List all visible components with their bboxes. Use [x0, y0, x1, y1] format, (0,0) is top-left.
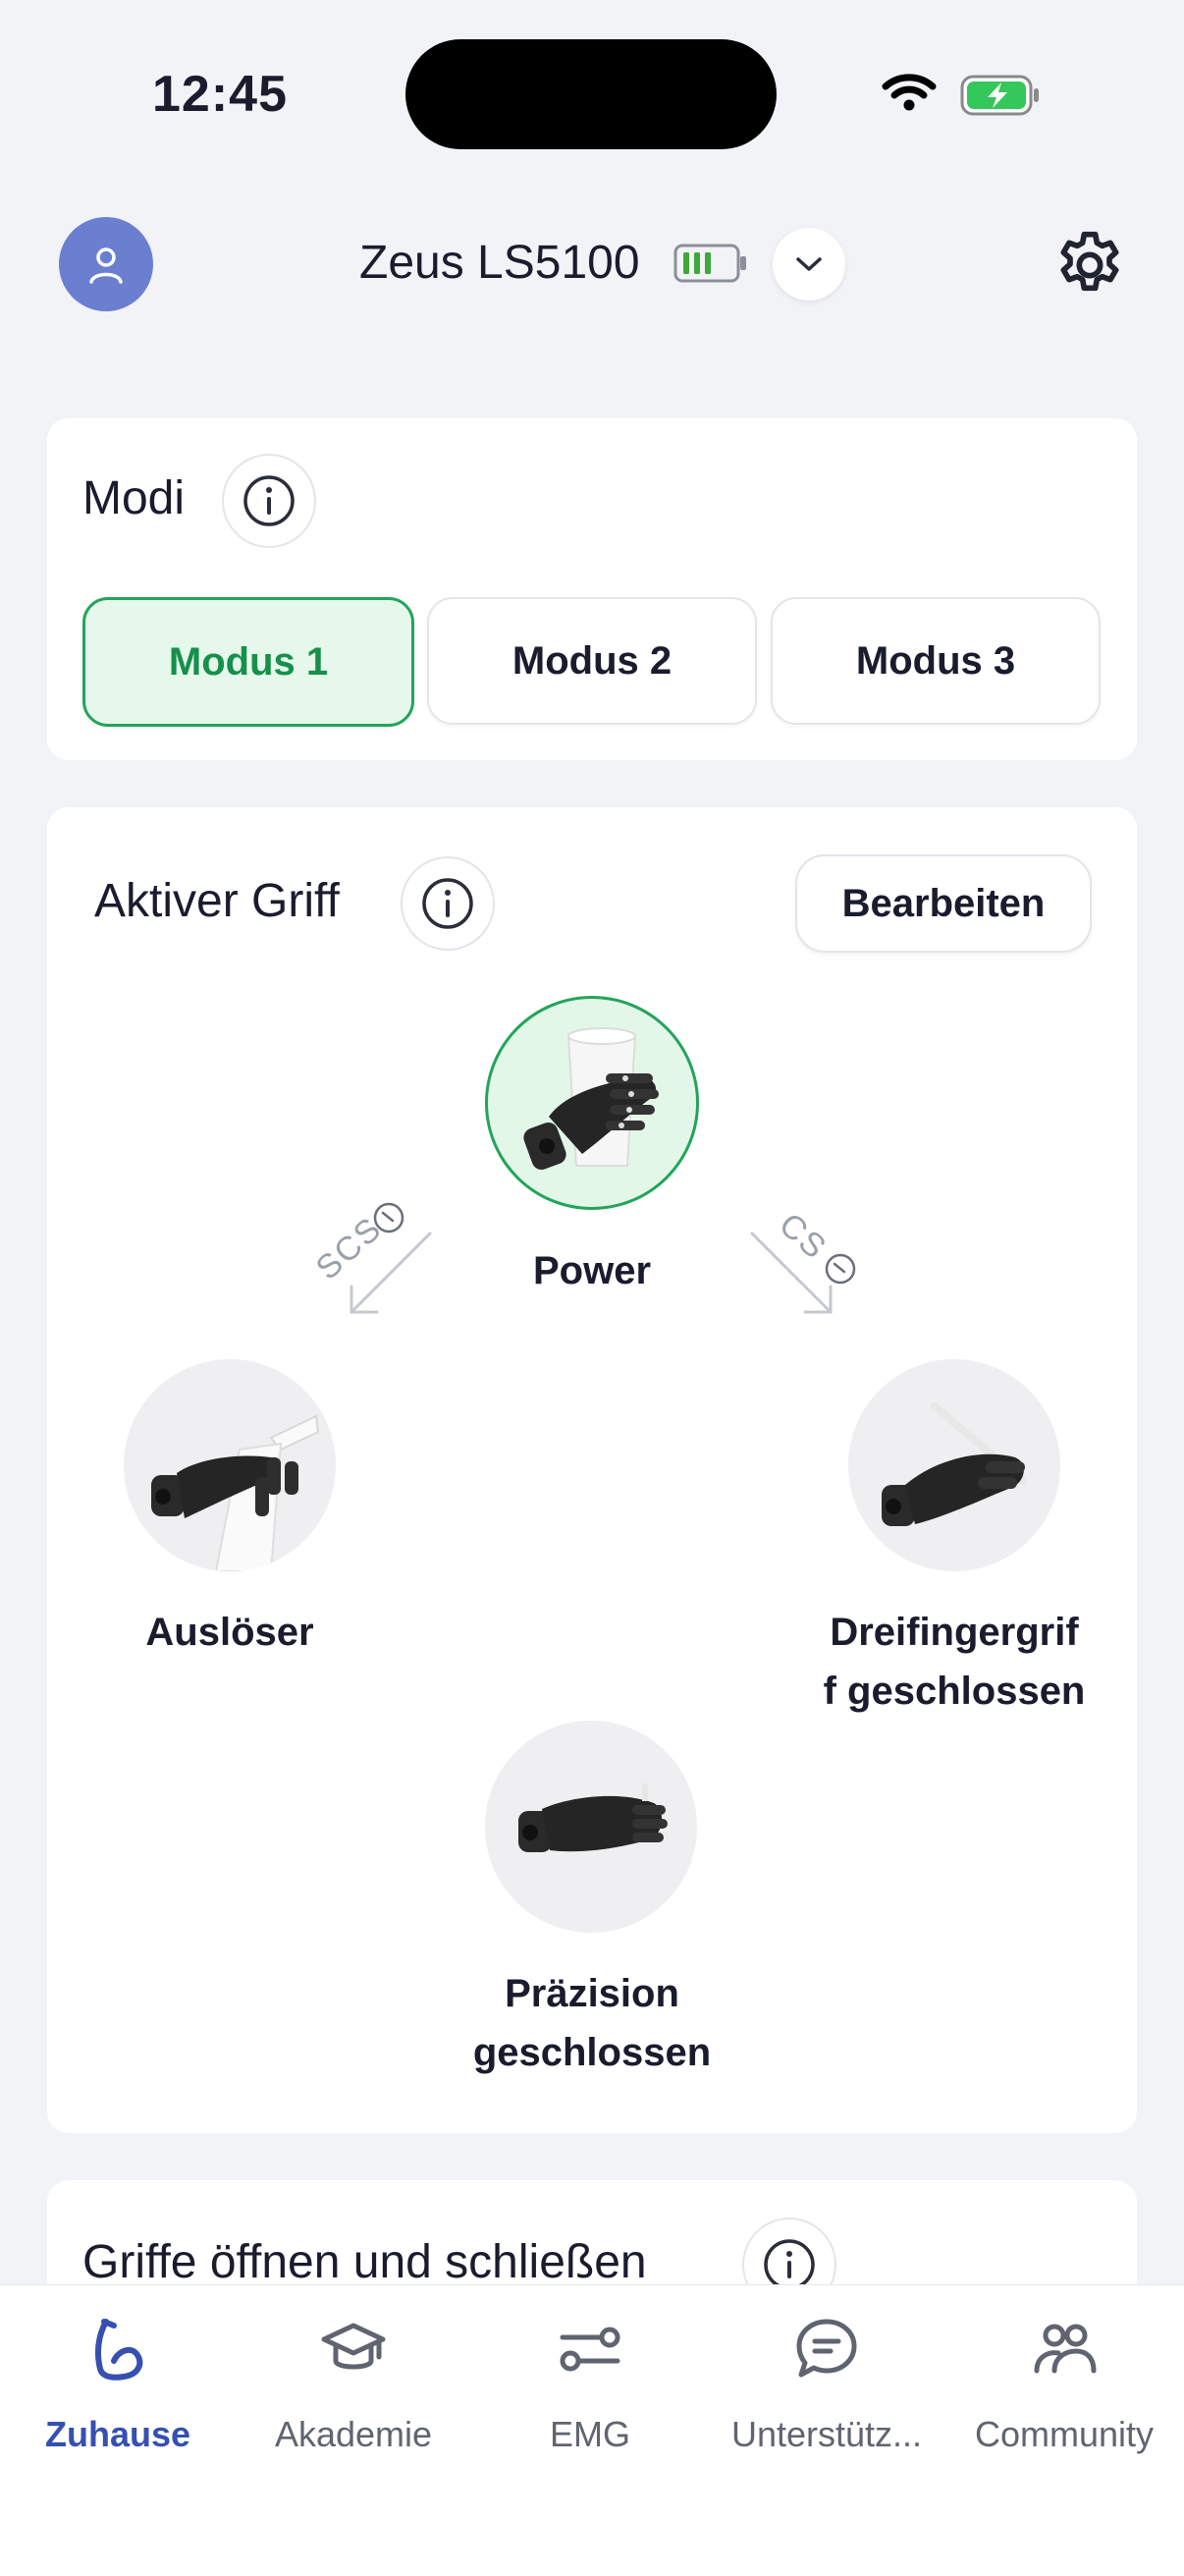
modes-title: Modi — [82, 472, 186, 524]
grip-trigger-label: Auslöser — [145, 1611, 314, 1654]
grip-power[interactable] — [485, 996, 699, 1210]
device-dropdown-button[interactable] — [773, 228, 845, 301]
user-icon — [89, 247, 123, 284]
grip-tripod-closed-label: Dreifingergrif f geschlossen — [793, 1603, 1115, 1721]
grip-trigger[interactable] — [124, 1359, 336, 1571]
status-time: 12:45 — [152, 66, 288, 123]
emg-sliders-icon — [560, 2327, 620, 2372]
mode-1-button[interactable]: Modus 1 — [82, 597, 414, 727]
grip-tripod-closed-label-line2: f geschlossen — [823, 1670, 1086, 1713]
hand-cup-icon — [523, 1027, 659, 1171]
people-icon — [1034, 2324, 1097, 2374]
hand-pinch-icon — [518, 1783, 668, 1852]
mode-2-button[interactable]: Modus 2 — [427, 597, 757, 725]
grip-power-label: Power — [532, 1249, 652, 1292]
arrow-down-right-icon — [750, 1232, 833, 1314]
hand-pen-icon — [882, 1402, 1027, 1526]
profile-avatar[interactable] — [59, 217, 153, 311]
info-icon — [243, 475, 295, 526]
chat-bubble-icon — [796, 2319, 857, 2378]
grip-tripod-closed[interactable] — [848, 1359, 1060, 1571]
active-grip-title: Aktiver Griff — [94, 875, 340, 927]
graduation-cap-icon — [321, 2323, 386, 2370]
grip-tripod-closed-label-line1: Dreifingergrif — [830, 1611, 1079, 1654]
home-arm-icon — [95, 2319, 143, 2381]
open-close-title: Griffe öffnen und schließen — [82, 2236, 647, 2288]
modes-info-button[interactable] — [222, 454, 316, 548]
grip-precision-closed-label: Präzision geschlossen — [432, 1964, 752, 2082]
tab-home[interactable]: Zuhause — [0, 2314, 236, 2455]
active-grip-info-button[interactable] — [401, 856, 495, 951]
tab-emg-label: EMG — [549, 2414, 630, 2454]
mode-3-button[interactable]: Modus 3 — [771, 597, 1101, 725]
tab-home-label: Zuhause — [44, 2414, 191, 2454]
tab-support-label: Unterstütz... — [730, 2414, 923, 2454]
tab-support[interactable]: Unterstütz... — [709, 2314, 944, 2455]
chevron-down-icon — [796, 257, 822, 271]
tab-academy-label: Akademie — [274, 2414, 433, 2454]
info-icon — [422, 878, 473, 929]
tab-community-label: Community — [974, 2414, 1155, 2454]
grip-precision-closed-label-line2: geschlossen — [472, 2031, 712, 2074]
dynamic-island — [405, 39, 777, 149]
edit-grips-button[interactable]: Bearbeiten — [795, 854, 1092, 953]
tab-academy[interactable]: Akademie — [236, 2314, 471, 2455]
hand-spray-bottle-icon — [151, 1414, 320, 1571]
tab-emg[interactable]: EMG — [472, 2314, 708, 2455]
device-battery-icon — [673, 244, 746, 283]
battery-charging-icon — [960, 75, 1039, 116]
settings-gear-icon[interactable] — [1050, 226, 1129, 304]
device-name[interactable]: Zeus LS5100 — [359, 236, 640, 290]
grip-precision-closed[interactable] — [485, 1721, 697, 1933]
tab-community[interactable]: Community — [946, 2314, 1182, 2455]
grip-precision-closed-label-line1: Präzision — [505, 1972, 679, 2015]
wifi-icon — [882, 74, 937, 111]
arrow-down-left-icon — [350, 1232, 432, 1314]
